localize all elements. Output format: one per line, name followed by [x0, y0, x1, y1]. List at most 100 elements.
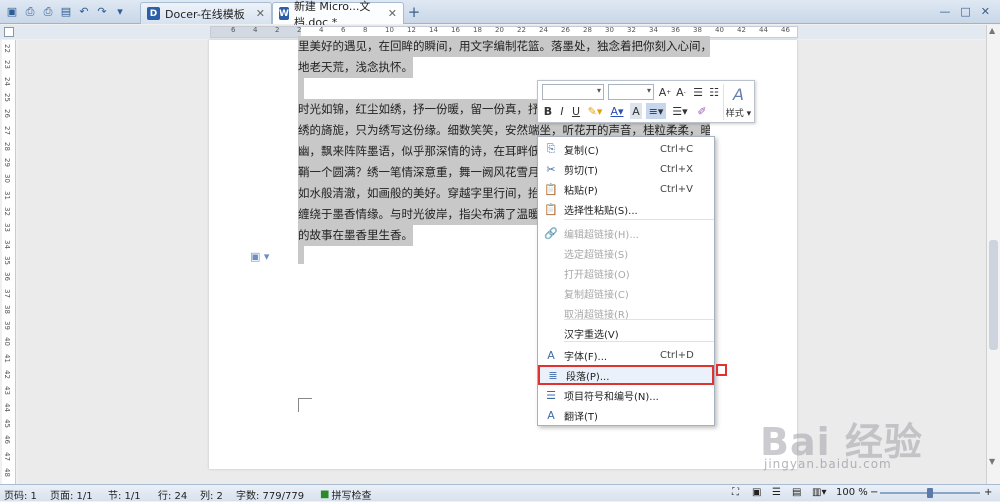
ruler-number: 30: [605, 26, 614, 34]
menu-item-label: 汉字重选(V): [564, 329, 619, 341]
chevron-down-icon[interactable]: ▾: [647, 86, 651, 95]
menu-item-2[interactable]: ✂ 剪切(T) Ctrl+X: [538, 159, 714, 179]
text-line[interactable]: 时光如锦，红尘如绣，抒一份暖，留一份真，抒: [298, 99, 540, 120]
vertical-ruler[interactable]: 22 23 24 25 26 27 28 29 30 31 32 33 34 35 36 37 38 39 40 41…: [2, 40, 16, 484]
close-window-button[interactable]: ✕: [981, 5, 990, 18]
text-line[interactable]: 地老天荒，浅念执怀。: [298, 57, 413, 78]
menu-item-shortcut: Ctrl+C: [660, 143, 694, 155]
menu-item-14[interactable]: A 翻译(T): [538, 405, 714, 425]
shrink-font-icon[interactable]: A-: [674, 84, 688, 100]
text-line[interactable]: 鞘一个圆满？绣一笔情深意重，舞一阙风花雪月，: [298, 162, 551, 183]
tab-docer[interactable]: D Docer-在线模板 ✕: [140, 2, 272, 24]
menu-item-3[interactable]: 📋 粘贴(P) Ctrl+V: [538, 179, 714, 199]
menu-item-13[interactable]: ☰ 项目符号和编号(N)...: [538, 385, 714, 405]
text-line[interactable]: [298, 78, 304, 99]
menu-item-11[interactable]: A 字体(F)... Ctrl+D: [538, 345, 714, 365]
zoom-out-icon[interactable]: −: [870, 487, 878, 498]
text-line[interactable]: 的故事在墨香里生香。: [298, 225, 413, 246]
align-icon[interactable]: ≡▾: [646, 103, 666, 119]
menu-item-label: 选定超链接(S): [564, 249, 629, 261]
bullets-icon: ☰: [546, 388, 556, 402]
chevron-down-icon[interactable]: ▾: [112, 4, 128, 20]
reading-view-icon[interactable]: ▥▾: [812, 487, 826, 498]
highlight-icon[interactable]: ✎▾: [586, 103, 604, 119]
zoom-slider-handle[interactable]: [927, 488, 933, 498]
underline-button[interactable]: U: [570, 103, 582, 119]
print-icon[interactable]: ⎙: [40, 4, 56, 20]
text-line[interactable]: 幽，飘来阵阵墨语，似乎那深情的诗，在耳畔低语: [298, 141, 551, 162]
font-name-input[interactable]: ▾: [542, 84, 604, 100]
outline-view-icon[interactable]: ☰: [772, 487, 781, 498]
page-view-icon[interactable]: ▣: [752, 487, 761, 498]
tab-document[interactable]: W 新建 Micro...文档.doc * ✕: [272, 0, 404, 29]
paste-options-icon[interactable]: ▣ ▾: [250, 250, 269, 263]
zoom-in-icon[interactable]: +: [984, 487, 992, 498]
numbering-icon[interactable]: ☷: [706, 84, 722, 100]
export-pdf-icon[interactable]: ⎙: [22, 4, 38, 20]
ruler-number: 36: [671, 26, 680, 34]
menu-item-label: 选择性粘贴(S)...: [564, 205, 638, 217]
ruler-number: 26: [561, 26, 570, 34]
watermark-url: jingyan.baidu.com: [764, 457, 892, 471]
fullscreen-icon[interactable]: ⛶: [732, 487, 739, 498]
status-word-count[interactable]: 字数: 779/779: [236, 487, 304, 502]
vertical-scrollbar[interactable]: ▲ ▼: [986, 25, 1000, 484]
status-pages: 页面: 1/1: [50, 491, 93, 502]
scroll-thumb[interactable]: [989, 240, 998, 350]
menu-item-12[interactable]: ≣ 段落(P)...: [538, 365, 714, 385]
ruler-number: 30: [3, 174, 11, 184]
docer-icon: D: [147, 7, 160, 20]
ruler-number: 44: [3, 402, 11, 412]
grow-font-icon[interactable]: A +: [658, 84, 672, 100]
scroll-down-icon[interactable]: ▼: [989, 457, 995, 466]
menu-item-10[interactable]: 汉字重选(V): [538, 323, 714, 343]
ruler-number: 20: [495, 26, 504, 34]
ruler-number: 25: [3, 92, 11, 102]
ruler-number: 34: [649, 26, 658, 34]
menu-separator: [564, 219, 714, 220]
scroll-up-icon[interactable]: ▲: [989, 26, 995, 35]
char-shading-icon[interactable]: A: [630, 103, 642, 119]
print-preview-icon[interactable]: ▤: [58, 4, 74, 20]
ruler-number: 22: [3, 44, 11, 53]
menu-item-label: 段落(P)...: [566, 371, 610, 383]
redo-icon[interactable]: ↷: [94, 4, 110, 20]
tab-stop-selector-icon[interactable]: [4, 27, 14, 37]
close-icon[interactable]: ✕: [388, 7, 397, 20]
bold-button[interactable]: B: [542, 103, 554, 119]
menu-item-1[interactable]: ⎘ 复制(C) Ctrl+C: [538, 139, 714, 159]
menu-item-4[interactable]: 📋 选择性粘贴(S)...: [538, 199, 714, 219]
menu-item-shortcut: Ctrl+D: [660, 349, 694, 361]
italic-button[interactable]: I: [556, 103, 568, 119]
bullets-icon[interactable]: ☰: [690, 84, 706, 100]
ruler-number: 46: [781, 26, 790, 34]
ruler-number: 24: [3, 76, 11, 86]
zoom-level[interactable]: 100 %: [836, 487, 868, 498]
text-line[interactable]: 如水般清澈，如画般的美好。穿越字里行间，抬，一: [298, 183, 563, 204]
new-tab-button[interactable]: +: [404, 0, 424, 23]
ruler-number: 6: [231, 26, 236, 34]
text-line[interactable]: 里美好的遇见，在回眸的瞬间，用文字编制花篮。落墨处，独念着把你刻入心间，与墨: [298, 36, 710, 57]
ruler-number: 2: [275, 26, 280, 34]
close-icon[interactable]: ✕: [256, 7, 265, 20]
format-painter-icon[interactable]: ✐: [694, 103, 710, 119]
spell-check-button[interactable]: ■ 拼写检查: [320, 487, 371, 502]
menu-item-9: 取消超链接(R): [538, 303, 714, 323]
web-view-icon[interactable]: ▤: [792, 487, 801, 498]
font-size-input[interactable]: ▾: [608, 84, 654, 100]
ruler-number: 32: [627, 26, 636, 34]
minimize-button[interactable]: —: [939, 5, 950, 18]
ruler-number: 35: [3, 255, 11, 265]
line-spacing-icon[interactable]: ☰▾: [670, 103, 690, 119]
maximize-button[interactable]: □: [960, 5, 970, 18]
status-bar: 页码: 1 页面: 1/1 节: 1/1 行: 24 列: 2 字数: 779/…: [0, 484, 1000, 502]
ruler-number: 31: [3, 190, 11, 200]
font-color-icon[interactable]: A▾: [608, 103, 626, 119]
save-icon[interactable]: ▣: [4, 4, 20, 20]
chevron-down-icon[interactable]: ▾: [597, 86, 601, 95]
text-line[interactable]: 缠绕于墨香情缘。与时光彼岸，指尖布满了温暖与: [298, 204, 551, 225]
ruler-number: 2: [297, 26, 302, 34]
ruler-number: 10: [385, 26, 394, 34]
undo-icon[interactable]: ↶: [76, 4, 92, 20]
styles-button[interactable]: A 样式 ▾: [723, 84, 753, 120]
